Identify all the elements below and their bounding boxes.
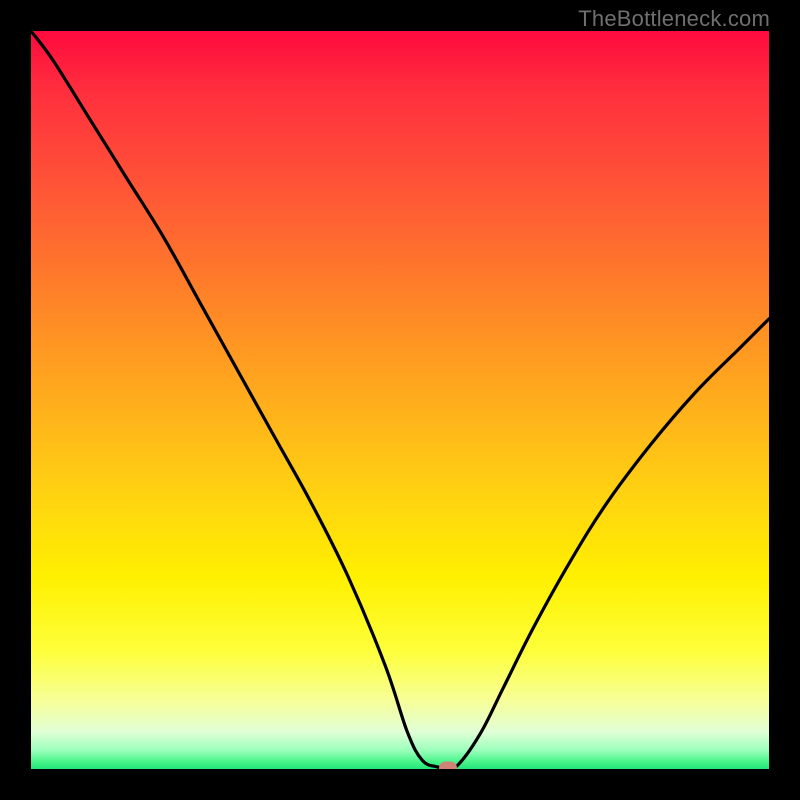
bottleneck-curve	[31, 31, 769, 769]
plot-area	[31, 31, 769, 769]
optimum-marker	[439, 761, 457, 769]
watermark-text: TheBottleneck.com	[578, 6, 770, 32]
chart-frame: TheBottleneck.com	[0, 0, 800, 800]
